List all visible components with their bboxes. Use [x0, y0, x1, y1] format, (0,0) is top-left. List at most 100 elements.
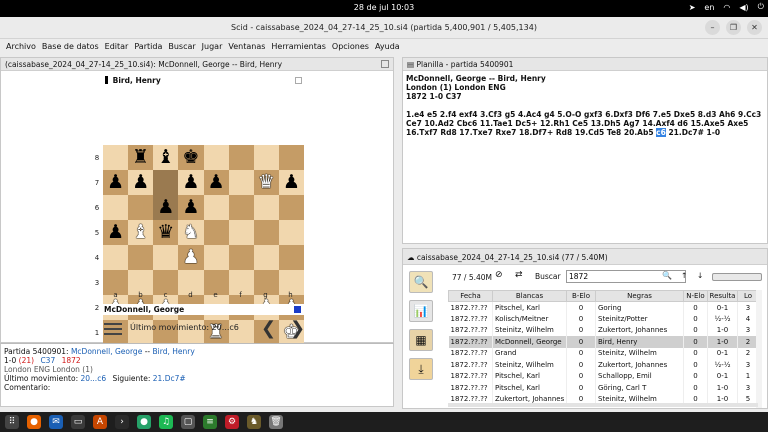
square-c6[interactable]: ♟ [153, 195, 179, 220]
editor-icon[interactable]: ≡ [203, 415, 217, 429]
menu-base-de-datos[interactable]: Base de datos [39, 40, 102, 55]
column-longitud[interactable]: Lo [737, 290, 758, 302]
reset-filter-icon[interactable]: ⊘ [495, 270, 503, 280]
menu-ayuda[interactable]: Ayuda [372, 40, 403, 55]
column-negras[interactable]: Negras [595, 290, 684, 302]
white-pawn-piece[interactable]: ♟ [182, 248, 199, 267]
arrow-down-icon[interactable]: ↓ [697, 271, 703, 280]
square-b6[interactable] [128, 195, 154, 220]
close-pane-icon[interactable] [381, 60, 389, 68]
square-c4[interactable] [153, 245, 179, 270]
black-player-link[interactable]: Bird, Henry [153, 347, 195, 356]
black-queen-piece[interactable]: ♛ [157, 223, 174, 242]
maximize-button[interactable]: ❐ [726, 20, 741, 35]
square-g7[interactable]: ♛ [253, 170, 279, 195]
table-row[interactable]: 1872.??.?? Steinitz, Wilhelm 0 Zukertort, J… [448, 324, 758, 336]
vertical-scrollbar[interactable] [756, 290, 762, 408]
chat-icon[interactable]: ● [137, 415, 151, 429]
minimize-button[interactable]: – [705, 20, 720, 35]
black-king-piece[interactable]: ♚ [182, 148, 199, 167]
square-a5[interactable]: ♟ [103, 220, 129, 245]
square-h5[interactable] [278, 220, 304, 245]
square-a6[interactable] [103, 195, 129, 220]
square-e8[interactable] [203, 145, 229, 170]
menu-ventanas[interactable]: Ventanas [225, 40, 268, 55]
menu-jugar[interactable]: Jugar [199, 40, 226, 55]
square-g8[interactable] [253, 145, 279, 170]
scid-icon[interactable]: ♞ [247, 415, 261, 429]
square-h8[interactable] [278, 145, 304, 170]
table-row[interactable]: 1872.??.?? Kolisch/Meitner 0 Steinitz/Potte… [448, 313, 758, 325]
thunderbird-icon[interactable]: ✉ [49, 415, 63, 429]
black-pawn-piece[interactable]: ♟ [107, 223, 124, 242]
settings-icon[interactable]: ⚙ [225, 415, 239, 429]
hamburger-menu-icon[interactable] [104, 323, 122, 336]
square-b5[interactable]: ♝ [128, 220, 154, 245]
files-icon[interactable]: ▭ [71, 415, 85, 429]
arrow-up-icon[interactable]: ↑ [681, 271, 687, 280]
square-e5[interactable] [203, 220, 229, 245]
apps-grid-icon[interactable]: ⠿ [5, 415, 19, 429]
menu-buscar[interactable]: Buscar [165, 40, 198, 55]
black-pawn-piece[interactable]: ♟ [182, 173, 199, 192]
clock[interactable]: 28 de jul 10:03 [0, 3, 768, 12]
menu-herramientas[interactable]: Herramientas [268, 40, 329, 55]
column-blancas[interactable]: Blancas [492, 290, 567, 302]
app-center-icon[interactable]: A [93, 415, 107, 429]
square-f8[interactable] [228, 145, 254, 170]
square-d4[interactable]: ♟ [178, 245, 204, 270]
terminal-icon[interactable]: › [115, 415, 129, 429]
table-row[interactable]: 1872.??.?? Pitschel, Karl 0 Goring 0 0-1 3 [448, 301, 758, 313]
square-d7[interactable]: ♟ [178, 170, 204, 195]
next-move-link[interactable]: 21.Dc7# [153, 374, 186, 383]
menu-archivo[interactable]: Archivo [3, 40, 39, 55]
square-f5[interactable] [228, 220, 254, 245]
import-icon[interactable]: ⤓ [409, 358, 433, 380]
square-b4[interactable] [128, 245, 154, 270]
close-button[interactable]: ✕ [747, 20, 762, 35]
square-c5[interactable]: ♛ [153, 220, 179, 245]
white-knight-piece[interactable]: ♞ [182, 223, 199, 242]
square-g4[interactable] [253, 245, 279, 270]
square-b7[interactable]: ♟ [128, 170, 154, 195]
menu-partida[interactable]: Partida [131, 40, 165, 55]
black-pawn-piece[interactable]: ♟ [157, 198, 174, 217]
zoom-slider[interactable] [712, 273, 762, 281]
spotify-icon[interactable]: ♫ [159, 415, 173, 429]
square-c8[interactable]: ♝ [153, 145, 179, 170]
menu-editar[interactable]: Editar [102, 40, 132, 55]
table-row[interactable]: 1872.??.?? Grand 0 Steinitz, Wilhelm 0 0-1 2 [448, 347, 758, 359]
table-row[interactable]: 1872.??.?? Pitschel, Karl 0 Schallopp, Emil… [448, 370, 758, 382]
pgn-text[interactable]: McDonnell, George -- Bird, Henry London … [406, 74, 763, 137]
next-move-button[interactable]: ❯ [290, 318, 305, 339]
black-bishop-piece[interactable]: ♝ [157, 148, 174, 167]
pgn-moves[interactable]: 1.e4 e5 2.f4 exf4 3.Cf3 g5 4.Ac4 g4 5.O-… [406, 110, 763, 137]
square-e4[interactable] [203, 245, 229, 270]
square-a7[interactable]: ♟ [103, 170, 129, 195]
horizontal-scrollbar[interactable] [448, 403, 758, 407]
black-pawn-piece[interactable]: ♟ [182, 198, 199, 217]
square-a8[interactable] [103, 145, 129, 170]
column-fecha[interactable]: Fecha [448, 290, 493, 302]
black-pawn-piece[interactable]: ♟ [283, 173, 300, 192]
square-f6[interactable] [228, 195, 254, 220]
square-d8[interactable]: ♚ [178, 145, 204, 170]
system-tray[interactable]: ➤ en ◠ ◀) ⏻ [689, 2, 764, 12]
table-row[interactable]: 1872.??.?? Steinitz, Wilhelm 0 Zukertort, J… [448, 359, 758, 371]
column-resultado[interactable]: Resulta [707, 290, 738, 302]
square-e7[interactable]: ♟ [203, 170, 229, 195]
black-pawn-piece[interactable]: ♟ [132, 173, 149, 192]
last-move-link[interactable]: 20...c6 [81, 374, 107, 383]
white-bishop-piece[interactable]: ♝ [132, 223, 149, 242]
square-g5[interactable] [253, 220, 279, 245]
black-pawn-piece[interactable]: ♟ [107, 173, 124, 192]
black-rook-piece[interactable]: ♜ [132, 148, 149, 167]
table-row[interactable]: 1872.??.?? McDonnell, George 0 Bird, Henry 0… [448, 336, 758, 348]
menu-opciones[interactable]: Opciones [329, 40, 372, 55]
white-player-link[interactable]: McDonnell, George [71, 347, 142, 356]
search-magnifier-icon[interactable]: 🔍 [409, 271, 433, 293]
column-n-elo[interactable]: N-Elo [683, 290, 708, 302]
square-g6[interactable] [253, 195, 279, 220]
board-icon[interactable]: ▦ [409, 329, 433, 351]
square-h7[interactable]: ♟ [278, 170, 304, 195]
